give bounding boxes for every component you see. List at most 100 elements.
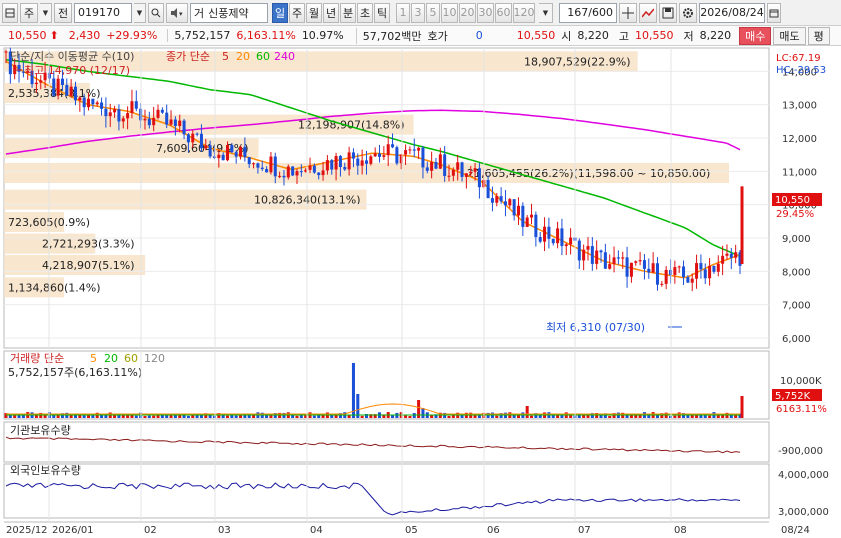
- volume-bar: [186, 415, 190, 418]
- candle-body: [642, 260, 646, 269]
- candle-body: [447, 175, 451, 177]
- price-legend-title: 종가 단순: [166, 50, 210, 63]
- minute-option-4[interactable]: 20: [459, 2, 476, 23]
- chart-type-icon[interactable]: [2, 2, 18, 23]
- gear-icon[interactable]: [679, 2, 697, 23]
- crosshair-icon[interactable]: [619, 2, 637, 23]
- candle-body: [690, 278, 694, 283]
- candle-body: [395, 147, 399, 164]
- date-field[interactable]: 2026/08/24: [699, 2, 765, 23]
- chevron-down-icon[interactable]: ▼: [40, 2, 52, 23]
- current-price: 10,550: [8, 29, 47, 42]
- foreign-y-tick-bottom: 3,000,000: [778, 507, 829, 518]
- candle-body: [39, 80, 43, 83]
- interval-dropdown-icon[interactable]: ▼: [539, 2, 553, 23]
- period-tab-1[interactable]: 주: [289, 2, 305, 23]
- sell-button[interactable]: 매도: [773, 26, 806, 45]
- candle-body: [703, 269, 707, 279]
- candle-body: [295, 171, 299, 176]
- period-tab-5[interactable]: 초: [357, 2, 373, 23]
- volume-bar: [182, 415, 186, 418]
- hoga-value: 0: [475, 29, 483, 42]
- current-price-label: 10,550: [775, 195, 810, 206]
- speaker-icon[interactable]: ▾: [166, 2, 188, 23]
- minute-option-3[interactable]: 10: [441, 2, 458, 23]
- candle-body: [369, 156, 373, 164]
- volume-title: 거래량 단순: [10, 352, 64, 365]
- volume-bar: [191, 415, 195, 418]
- volume-bar: [212, 415, 216, 418]
- stock-chart[interactable]: 18,907,529(22.9%)2,535,384(3.1%)12,198,9…: [0, 46, 841, 538]
- candle-body: [599, 250, 603, 253]
- chart-overlay-icon[interactable]: [639, 2, 657, 23]
- foreign-title: 외국인보유수량: [10, 464, 81, 477]
- volume-bar: [495, 415, 499, 418]
- candle-body: [217, 154, 221, 159]
- candle-body: [417, 147, 421, 151]
- minute-option-0[interactable]: 1: [396, 2, 410, 23]
- y-tick-label: 12,000: [782, 134, 817, 145]
- save-icon[interactable]: [659, 2, 677, 23]
- candle-body: [430, 162, 434, 171]
- minute-option-6[interactable]: 60: [495, 2, 512, 23]
- trade-amount: 57,702백만: [355, 27, 422, 44]
- volume-bar: [295, 415, 299, 418]
- volume-bar: [265, 415, 269, 418]
- candle-body: [560, 228, 564, 247]
- period-tab-2[interactable]: 월: [306, 2, 322, 23]
- open-label: 시: [561, 29, 572, 43]
- code-dropdown-icon[interactable]: ▼: [134, 2, 146, 23]
- page-counter[interactable]: 167 /600: [559, 2, 617, 23]
- candle-body: [391, 144, 395, 148]
- candle-body: [178, 120, 182, 127]
- volume-bar: [117, 415, 121, 418]
- period-tab-6[interactable]: 틱: [374, 2, 390, 23]
- minute-option-7[interactable]: 120: [513, 2, 535, 23]
- candle-body: [204, 145, 208, 149]
- volume-summary: 5,752,157주(6,163.11%): [8, 366, 142, 379]
- y-tick-label: 9,000: [782, 234, 811, 245]
- candle-body: [412, 149, 416, 151]
- candle-body: [243, 146, 247, 158]
- candle-body: [543, 226, 547, 242]
- magnifier-icon[interactable]: [148, 2, 164, 23]
- candle-body: [721, 255, 725, 264]
- period-tab-4[interactable]: 분: [340, 2, 356, 23]
- minute-option-1[interactable]: 3: [411, 2, 425, 23]
- candle-body: [647, 268, 651, 273]
- candle-body: [165, 112, 169, 125]
- volume-bar: [351, 363, 355, 418]
- y-tick-label: 13,000: [782, 101, 817, 112]
- candle-body: [199, 133, 203, 149]
- minute-option-2[interactable]: 5: [426, 2, 440, 23]
- candle-body: [616, 257, 620, 259]
- x-axis-label: 06: [487, 525, 500, 536]
- low-value: 8,220: [699, 29, 732, 42]
- price-panel-title: 단순/지수 이동평균 수(10): [10, 50, 134, 63]
- stock-code-input[interactable]: 019170: [74, 2, 132, 23]
- candle-body: [212, 156, 216, 159]
- mode-select[interactable]: 주: [20, 2, 38, 23]
- candle-body: [317, 172, 321, 176]
- volume-bar: [234, 415, 238, 418]
- candle-body: [78, 97, 82, 101]
- extra-button[interactable]: 평: [807, 26, 830, 45]
- volume-bar: [347, 415, 351, 418]
- calendar-icon[interactable]: [767, 2, 781, 23]
- period-tab-0[interactable]: 일: [272, 2, 288, 23]
- candle-body: [386, 144, 390, 156]
- candle-body: [343, 167, 347, 170]
- candle-body: [651, 263, 655, 273]
- candle-body: [438, 154, 442, 169]
- candle-body: [117, 109, 121, 122]
- prev-button[interactable]: 전: [54, 2, 72, 23]
- stock-name-field[interactable]: 거 신풍제약: [190, 2, 268, 23]
- buy-button[interactable]: 매수: [739, 26, 772, 45]
- legend-ma20: 20: [236, 50, 250, 63]
- period-tab-3[interactable]: 년: [323, 2, 339, 23]
- minute-option-5[interactable]: 30: [477, 2, 494, 23]
- volume-bar: [225, 415, 230, 418]
- x-axis-label: 08/24: [781, 525, 810, 536]
- candle-body: [221, 154, 225, 161]
- legend-ma60: 60: [256, 50, 270, 63]
